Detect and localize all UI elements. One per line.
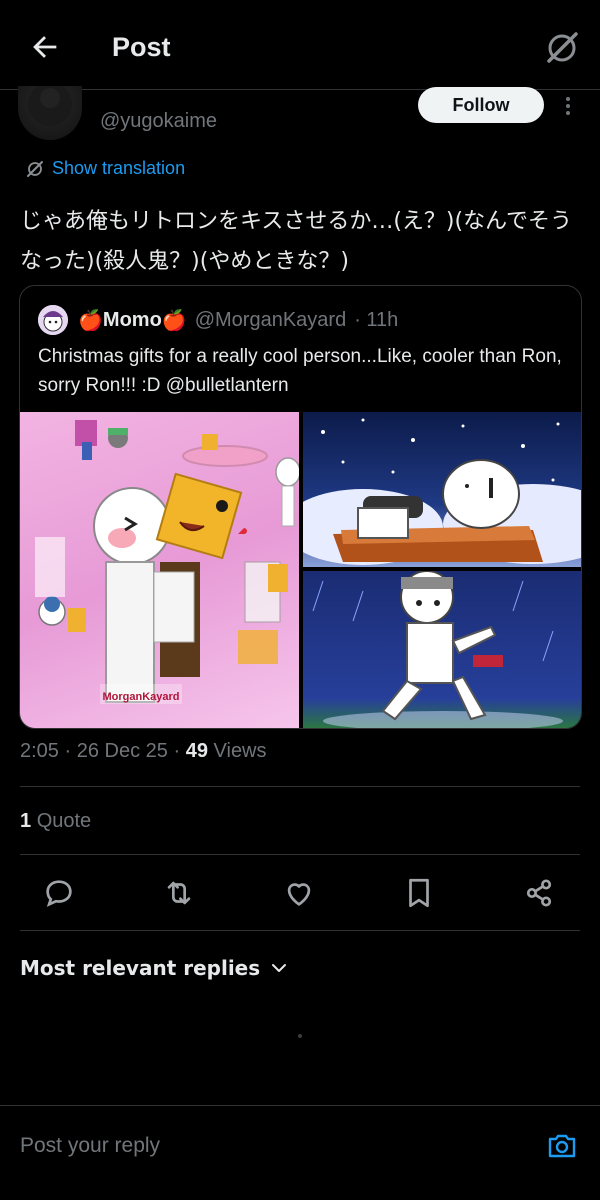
author-handle[interactable]: @yugokaime — [100, 110, 217, 133]
page-title: Post — [112, 32, 171, 62]
like-icon[interactable] — [282, 876, 316, 910]
post-date: 26 Dec 25 — [76, 740, 168, 762]
quotes-label: Quote — [36, 810, 92, 832]
quoted-time: · 11h — [354, 309, 399, 331]
more-options-icon[interactable] — [556, 94, 580, 118]
reply-input[interactable]: Post your reply — [20, 1134, 160, 1158]
share-icon[interactable] — [522, 876, 556, 910]
quoted-display-name: Momo — [102, 309, 162, 331]
views-label: Views — [213, 740, 267, 762]
divider — [20, 854, 580, 855]
back-arrow-icon[interactable] — [28, 30, 62, 64]
quoted-handle: @MorganKayard — [194, 309, 347, 331]
translate-icon — [27, 160, 43, 177]
grok-slash-icon[interactable] — [542, 28, 582, 68]
quoted-avatar — [38, 305, 68, 335]
meta-separator: · — [173, 740, 181, 762]
quoted-image-1[interactable]: MorganKayard — [20, 412, 299, 728]
apple-emoji: 🍎 — [78, 310, 103, 332]
chevron-down-icon — [272, 964, 287, 972]
apple-emoji: 🍎 — [161, 310, 187, 332]
replies-sort-dropdown[interactable]: Most relevant replies — [20, 956, 288, 980]
views-count: 49 — [185, 740, 208, 762]
replies-sort-label: Most relevant replies — [20, 956, 261, 980]
show-translation-label: Show translation — [52, 158, 186, 178]
bookmark-icon[interactable] — [402, 876, 436, 910]
quotes-count: 1 — [20, 810, 32, 832]
post-time: 2:05 — [20, 740, 59, 762]
post-text: じゃあ俺もリトロンをキスさせるか…(え？)(なんでそうなった)(殺人鬼？)(やめ… — [20, 209, 572, 274]
author-avatar[interactable] — [18, 86, 82, 140]
reply-icon[interactable] — [42, 876, 76, 910]
post-meta: 2:05 · 26 Dec 25 · 49 Views — [20, 740, 267, 763]
quotes-link[interactable]: 1 Quote — [20, 810, 91, 833]
divider — [20, 786, 580, 787]
camera-icon[interactable] — [546, 1130, 578, 1162]
quoted-header: 🍎 Momo 🍎 @MorganKayard · 11h — [78, 308, 398, 333]
meta-separator: · — [64, 740, 72, 762]
loading-dot — [298, 1034, 302, 1038]
repost-icon[interactable] — [162, 876, 196, 910]
follow-button[interactable]: Follow — [418, 87, 544, 123]
top-bar: Post — [0, 0, 600, 90]
artist-watermark: MorganKayard — [102, 691, 179, 703]
quoted-image-2[interactable] — [303, 412, 581, 567]
divider — [20, 930, 580, 931]
show-translation-link[interactable]: Show translation — [26, 158, 185, 179]
quoted-image-3[interactable] — [303, 571, 581, 728]
quoted-post-card[interactable]: 🍎 Momo 🍎 @MorganKayard · 11h Christmas g… — [19, 285, 582, 729]
quoted-text: Christmas gifts for a really cool person… — [38, 346, 562, 396]
